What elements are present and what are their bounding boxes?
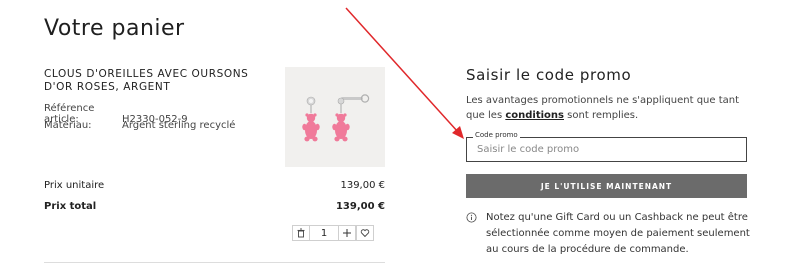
total-price-label: Prix total	[44, 201, 97, 212]
promo-description: Les avantages promotionnels ne s'appliqu…	[466, 93, 756, 123]
material-row: Matériau: Argent sterling recyclé	[44, 120, 235, 131]
product-name[interactable]: CLOUS D'OREILLES AVEC OURSONS D'OR ROSES…	[44, 68, 264, 94]
conditions-link[interactable]: conditions	[505, 110, 564, 121]
wishlist-button[interactable]	[356, 225, 374, 241]
increase-quantity-button[interactable]	[338, 225, 356, 241]
remove-item-button[interactable]	[292, 225, 310, 241]
plus-icon	[343, 229, 351, 237]
promo-title: Saisir le code promo	[466, 66, 632, 84]
unit-price-value: 139,00 €	[340, 180, 385, 191]
unit-price-label: Prix unitaire	[44, 180, 105, 191]
notice-text: Notez qu'une Gift Card ou un Cashback ne…	[486, 212, 750, 255]
apply-promo-button[interactable]: JE L'UTILISE MAINTENANT	[466, 174, 747, 198]
promo-code-input[interactable]	[467, 138, 746, 161]
heart-icon	[360, 229, 370, 238]
payment-notice: Notez qu'une Gift Card ou un Cashback ne…	[466, 210, 756, 258]
quantity-stepper: 1	[292, 225, 374, 241]
info-icon	[466, 212, 480, 258]
promo-desc-text-end: sont remplies.	[564, 110, 639, 121]
material-label: Matériau:	[44, 120, 92, 131]
promo-code-field: Code promo	[466, 131, 747, 162]
trash-icon	[297, 228, 305, 238]
earrings-illustration	[302, 94, 370, 142]
page-title: Votre panier	[44, 16, 185, 41]
total-price-value: 139,00 €	[335, 201, 385, 212]
cart-divider	[44, 262, 385, 263]
total-price-row: Prix total 139,00 €	[44, 201, 385, 212]
unit-price-row: Prix unitaire 139,00 €	[44, 180, 385, 191]
material-value: Argent sterling recyclé	[122, 120, 236, 131]
quantity-value[interactable]: 1	[310, 225, 338, 241]
product-image[interactable]	[285, 67, 385, 167]
